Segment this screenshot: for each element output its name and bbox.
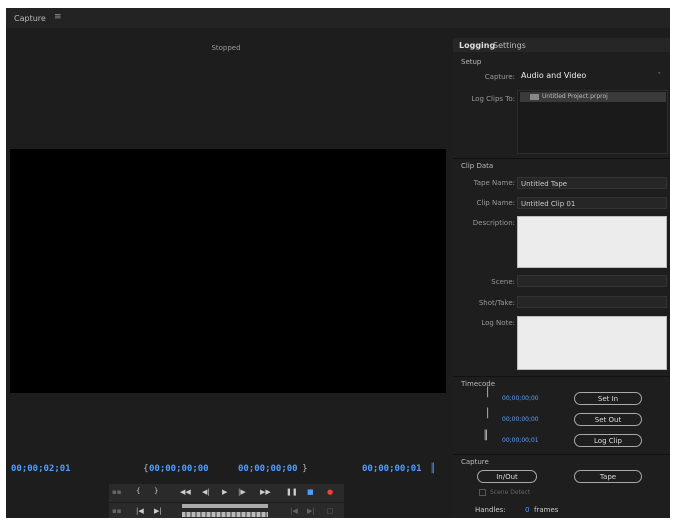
project-name: Untitled Project.prproj [542, 93, 608, 100]
shot-take-label: Shot/Take: [478, 299, 515, 307]
handles-unit: frames [534, 506, 559, 514]
capture-tape-button[interactable]: Tape [574, 470, 642, 483]
out-point-timecode[interactable]: 00;00;00;00 [238, 464, 298, 474]
hamburger-icon[interactable]: ≡ [54, 12, 62, 22]
clip-data-section-label: Clip Data [461, 162, 494, 170]
rewind-icon[interactable]: ◀◀ [180, 488, 191, 496]
out-point-icon: │ [485, 409, 491, 419]
capture-dropdown[interactable]: Audio and Video ˇ [517, 69, 667, 83]
tape-name-label: Tape Name: [473, 179, 515, 187]
monitor-status: Stopped [211, 44, 241, 52]
in-bracket-icon: { [143, 464, 149, 474]
pause-icon[interactable]: ❚❚ [286, 488, 298, 496]
fast-forward-icon[interactable]: ▶▶ [260, 488, 271, 496]
tab-bar: Logging Settings [453, 38, 670, 52]
scene-label: Scene: [491, 278, 515, 286]
tab-settings[interactable]: Settings [493, 41, 526, 50]
clip-name-label: Clip Name: [476, 199, 515, 207]
project-tree-item[interactable]: Untitled Project.prproj [520, 92, 666, 102]
tab-logging[interactable]: Logging [459, 41, 495, 50]
jog-control[interactable] [182, 504, 268, 508]
timecode-section-label: Timecode [461, 380, 496, 388]
scene-detect-checkbox[interactable] [479, 489, 486, 496]
divider [453, 454, 670, 455]
clip-name-field[interactable]: Untitled Clip 01 [517, 197, 667, 209]
set-out-button[interactable]: Set Out [574, 413, 642, 426]
log-note-field[interactable] [517, 316, 667, 370]
duration-display[interactable]: 00;00;00;01 [362, 464, 422, 474]
shot-take-field[interactable] [517, 296, 667, 308]
in-point-timecode[interactable]: 00;00;00;00 [149, 464, 209, 474]
set-in-button[interactable]: Set In [574, 392, 642, 405]
go-to-out-icon[interactable]: } [154, 487, 158, 495]
chevron-down-icon: ˇ [657, 72, 662, 80]
capture-window: Capture ≡ Stopped Logging Settings Setup… [6, 8, 670, 518]
record-mode-icon[interactable]: □ [327, 507, 334, 515]
step-back-icon[interactable]: ◀| [202, 488, 210, 496]
in-point-icon: │ [485, 388, 491, 398]
folder-icon [530, 94, 539, 100]
log-clips-tree: Untitled Project.prproj [517, 90, 668, 154]
stop-icon[interactable]: ■ [307, 488, 314, 496]
handles-label: Handles: [475, 506, 506, 514]
in-timecode[interactable]: 00;00;00;00 [502, 395, 539, 402]
out-bracket-icon: } [302, 464, 308, 474]
out-timecode[interactable]: 00;00;00;00 [502, 416, 539, 423]
duration-icon: ║ [483, 431, 489, 441]
log-clips-label: Log Clips To: [471, 95, 515, 103]
scene-detect-label: Scene Detect [490, 489, 531, 496]
log-note-label: Log Note: [481, 319, 515, 327]
duration-icon: ║ [430, 464, 436, 474]
title-bar: Capture ≡ [6, 8, 670, 28]
step-forward-icon[interactable]: |▶ [238, 488, 246, 496]
capture-section-label: Capture [461, 458, 489, 466]
eject-icon[interactable]: ▪▪ [112, 488, 122, 496]
log-clip-button[interactable]: Log Clip [574, 434, 642, 447]
scene-search-icon[interactable]: ▪▪ [112, 507, 122, 515]
current-timecode[interactable]: 00;00;02;01 [11, 464, 71, 474]
window-title: Capture [14, 14, 46, 23]
tape-name-field[interactable]: Untitled Tape [517, 177, 667, 189]
description-field[interactable] [517, 216, 667, 268]
divider [453, 158, 670, 159]
handles-value[interactable]: 0 [525, 506, 529, 514]
go-to-in-icon[interactable]: { [136, 487, 140, 495]
previous-scene-icon[interactable]: |◀ [290, 507, 298, 515]
play-icon[interactable]: ▶ [222, 488, 227, 496]
set-in-icon[interactable]: |◀ [136, 507, 144, 515]
capture-in-out-button[interactable]: In/Out [477, 470, 537, 483]
set-out-icon[interactable]: ▶| [154, 507, 162, 515]
divider [453, 376, 670, 377]
next-scene-icon[interactable]: ▶| [307, 507, 315, 515]
logging-panel: Logging Settings Setup Capture: Audio an… [453, 38, 670, 518]
shuttle-control[interactable] [182, 512, 268, 517]
duration-timecode[interactable]: 00;00;00;01 [502, 437, 539, 444]
capture-label: Capture: [484, 73, 515, 81]
scene-field[interactable] [517, 275, 667, 287]
record-icon[interactable]: ● [327, 488, 333, 496]
capture-value: Audio and Video [521, 71, 587, 80]
setup-section-label: Setup [461, 58, 482, 66]
video-preview [10, 149, 446, 393]
description-label: Description: [472, 219, 515, 227]
